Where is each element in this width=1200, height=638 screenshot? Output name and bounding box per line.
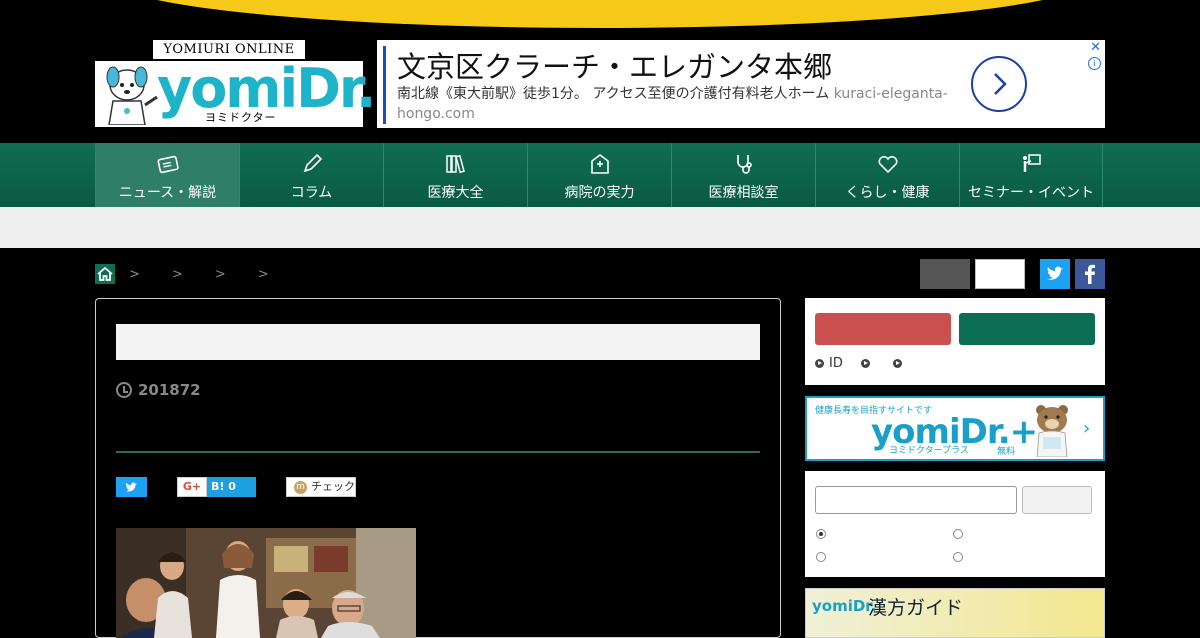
ad-next-button[interactable]	[971, 56, 1027, 112]
mixi-icon: m	[294, 480, 307, 494]
top-banner-band	[0, 0, 1200, 35]
chevron-right-icon	[994, 73, 1007, 95]
article-divider	[116, 451, 760, 453]
ad-title[interactable]: 文京区クラーチ・エレガンタ本郷	[397, 44, 832, 86]
hospital-icon	[590, 154, 609, 174]
article-date: 201872	[116, 381, 201, 399]
breadcrumb: > > > >	[95, 264, 287, 284]
newspaper-icon	[157, 155, 179, 174]
font-size-large-button[interactable]	[975, 259, 1025, 289]
register-button[interactable]	[815, 313, 951, 345]
nav-item-news[interactable]: ニュース・解説	[95, 143, 239, 207]
nav-label: 医療相談室	[708, 185, 779, 201]
login-link-id[interactable]: ID	[829, 356, 843, 371]
login-links: ID	[815, 356, 907, 371]
ad-description: 南北線《東大前駅》徒歩1分。 アクセス至便の介護付有料老人ホーム kuraci-…	[397, 84, 957, 124]
login-panel: ID	[805, 298, 1105, 385]
nav-label: 病院の実力	[564, 185, 635, 201]
nav-item-consultation[interactable]: 医療相談室	[671, 143, 815, 207]
share-hatena-button[interactable]: B! 0	[207, 477, 256, 497]
share-twitter-button[interactable]	[116, 477, 147, 497]
breadcrumb-separator: >	[257, 266, 269, 282]
ad-close-icon[interactable]: ✕	[1090, 40, 1101, 55]
search-panel	[805, 471, 1105, 577]
search-radio-4[interactable]	[953, 552, 963, 562]
twitter-button[interactable]	[1040, 259, 1070, 289]
kampo-brand: yomiDr.	[812, 597, 877, 615]
bear-mascot-icon	[1036, 405, 1068, 457]
ad-info-icon[interactable]: i	[1088, 57, 1101, 70]
home-icon	[97, 266, 113, 281]
search-input[interactable]	[815, 486, 1017, 514]
login-button[interactable]	[959, 313, 1095, 345]
nav-label: 医療大全	[427, 185, 484, 201]
chevron-right-icon: ›	[1083, 418, 1091, 439]
main-nav-items: ニュース・解説 コラム 医療大全 病院の実力 医療相談室 くらし・健康 セミナー…	[95, 143, 1105, 207]
search-radio-1[interactable]	[816, 529, 826, 539]
facebook-icon	[1085, 264, 1095, 284]
ad-accent-bar	[383, 46, 386, 124]
article-panel: 201872 G+ B! 0 m チェック	[95, 298, 781, 638]
breadcrumb-separator: >	[129, 266, 140, 282]
nav-item-column[interactable]: コラム	[239, 143, 383, 207]
books-icon	[445, 154, 465, 174]
site-logo[interactable]: YOMIURI ONLINE yomiDr. ヨミドクター	[95, 40, 376, 128]
hatena-label: B!	[211, 480, 225, 493]
nav-item-hospital[interactable]: 病院の実力	[527, 143, 671, 207]
article-title-box	[116, 324, 760, 360]
search-radio-2[interactable]	[953, 529, 963, 539]
search-radio-3[interactable]	[816, 552, 826, 562]
mascot-dog-icon	[106, 66, 158, 125]
ad-description-text: 南北線《東大前駅》徒歩1分。 アクセス至便の介護付有料老人ホーム	[397, 86, 830, 102]
nav-item-seminar[interactable]: セミナー・イベント	[959, 143, 1103, 207]
arrow-bullet-icon	[860, 359, 870, 368]
presentation-icon	[1023, 154, 1041, 172]
yomidr-kana: ヨミドクター	[205, 111, 277, 124]
arrow-bullet-icon	[892, 359, 902, 368]
font-size-small-button[interactable]	[920, 259, 970, 289]
main-nav: ニュース・解説 コラム 医療大全 病院の実力 医療相談室 くらし・健康 セミナー…	[0, 143, 1200, 207]
promo-free-label: 無料	[997, 447, 1016, 457]
display-ad[interactable]: 文京区クラーチ・エレガンタ本郷 南北線《東大前駅》徒歩1分。 アクセス至便の介護…	[377, 40, 1105, 128]
arrow-bullet-icon	[815, 359, 824, 368]
kampo-guide-banner[interactable]: yomiDr. 漢方ガイド	[805, 588, 1105, 638]
share-mixi-button[interactable]: m チェック	[286, 477, 356, 497]
promo-brand-kana: ヨミドクタープラス	[889, 446, 969, 456]
logo-box: yomiDr. ヨミドクター	[95, 57, 376, 127]
twitter-icon	[1047, 266, 1063, 280]
search-button[interactable]	[1022, 486, 1092, 514]
share-gplus-button[interactable]: G+	[177, 477, 207, 497]
clock-icon	[116, 382, 132, 398]
twitter-icon	[125, 482, 137, 492]
stethoscope-icon	[736, 155, 752, 174]
kampo-title: 漢方ガイド	[868, 597, 964, 619]
nav-item-encyclopedia[interactable]: 医療大全	[383, 143, 527, 207]
yellow-arc	[110, 0, 1090, 28]
nav-label: コラム	[290, 185, 333, 201]
breadcrumb-home[interactable]	[95, 264, 115, 284]
sub-nav-band	[0, 207, 1200, 248]
yomidr-plus-banner[interactable]: 健康長寿を目指すサイトです yomiDr.+ ヨミドクタープラス 無料 ›	[805, 396, 1105, 461]
nav-label: くらし・健康	[845, 185, 930, 201]
pen-icon	[303, 153, 322, 173]
heart-icon	[878, 155, 897, 174]
hatena-count: 0	[228, 480, 236, 493]
article-photo	[116, 528, 416, 638]
breadcrumb-separator: >	[214, 266, 226, 282]
breadcrumb-separator: >	[171, 266, 183, 282]
mixi-label: チェック	[311, 480, 355, 493]
nav-label: ニュース・解説	[118, 185, 217, 201]
facebook-button[interactable]	[1075, 259, 1105, 289]
nav-label: セミナー・イベント	[968, 185, 1094, 201]
nav-item-lifestyle[interactable]: くらし・健康	[815, 143, 959, 207]
article-date-text: 201872	[138, 381, 201, 399]
article-photo-image	[116, 528, 416, 638]
